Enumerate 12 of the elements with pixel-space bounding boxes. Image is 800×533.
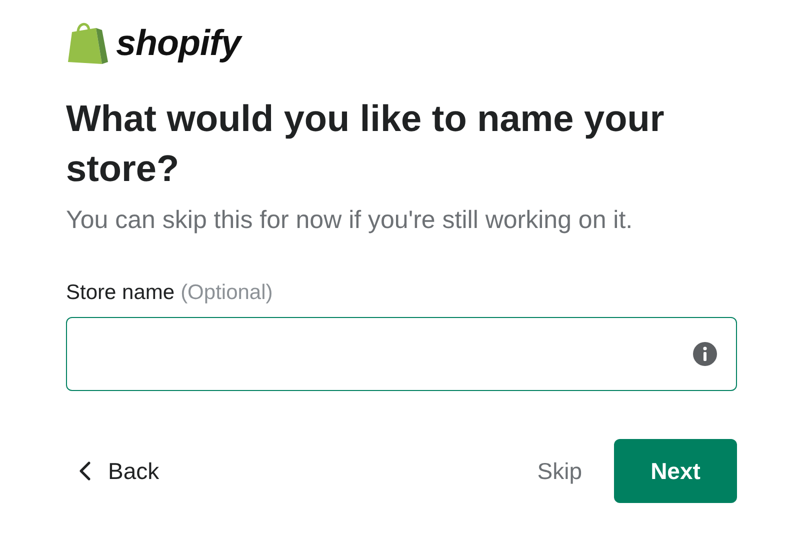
info-icon [692,341,718,367]
chevron-left-icon [78,461,92,481]
optional-hint: (Optional) [180,281,273,305]
back-button[interactable]: Back [66,450,172,492]
shopping-bag-icon [66,20,110,66]
next-button[interactable]: Next [614,439,737,503]
subtitle: You can skip this for now if you're still working on it. [66,206,634,235]
field-label: Store name [66,281,175,305]
page-heading: What would you like to name your store? [66,97,666,191]
skip-button[interactable]: Skip [527,450,592,492]
brand-name: shopify [116,22,241,64]
store-name-field[interactable] [66,317,737,391]
